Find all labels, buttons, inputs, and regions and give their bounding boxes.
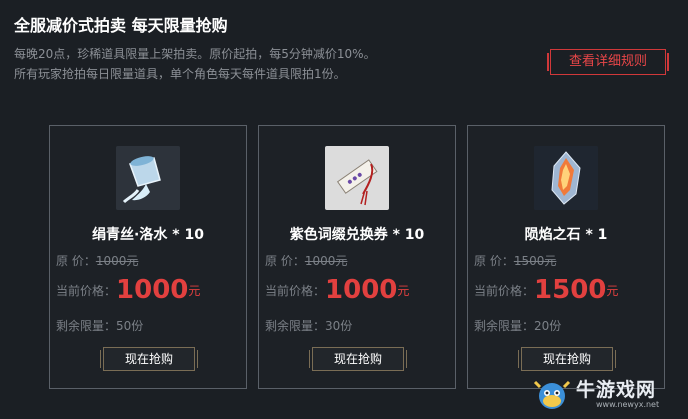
view-rules-button[interactable]: 查看详细规则 [547,49,669,75]
original-price-label: 原 价： [56,254,96,268]
buy-now-button[interactable]: 现在抢购 [518,347,616,371]
original-price-value: 1000元 [95,254,139,268]
cow-mascot-icon [533,380,571,409]
current-price-value: 1000 [116,275,189,305]
current-price: 当前价格：1000元 [265,274,409,306]
watermark-text: 牛游戏网 [576,379,657,401]
item-cards: 绢青丝·洛水 * 10 原 价：1000元 当前价格：1000元 剩余限量：50… [49,125,669,390]
watermark-url: www.newyx.net [596,400,660,409]
header: 全服减价式拍卖 每天限量抢购 每晚20点，珍稀道具限量上架拍卖。原价起拍，每5分… [14,12,674,84]
voucher-bookmark-icon [325,146,389,210]
buy-now-button[interactable]: 现在抢购 [100,347,198,371]
remaining-label: 剩余限量： [474,319,535,333]
remaining-quantity: 剩余限量：30份 [265,317,352,334]
remaining-label: 剩余限量： [265,319,326,333]
original-price: 原 价：1500元 [474,252,556,269]
item-card: 紫色词缀兑换券 * 10 原 价：1000元 当前价格：1000元 剩余限量：3… [258,125,456,389]
water-cup-icon [116,146,180,210]
original-price-label: 原 价： [265,254,305,268]
item-card: 陨焰之石 * 1 原 价：1500元 当前价格：1500元 剩余限量：20份 现… [467,125,665,389]
remaining-label: 剩余限量： [56,319,117,333]
current-price-label: 当前价格： [265,284,326,298]
item-name: 绢青丝·洛水 * 10 [92,227,204,243]
site-watermark: 牛游戏网 www.newyx.net [532,375,682,415]
current-price-value: 1500 [534,275,607,305]
buy-now-button[interactable]: 现在抢购 [309,347,407,371]
current-price: 当前价格：1500元 [474,274,618,306]
item-name: 陨焰之石 * 1 [524,227,608,243]
currency-unit: 元 [188,284,201,298]
remaining-quantity: 剩余限量：20份 [474,317,561,334]
remaining-value: 30份 [325,319,353,333]
currency-unit: 元 [606,284,619,298]
current-price: 当前价格：1000元 [56,274,200,306]
flame-crystal-icon [534,146,598,210]
remaining-value: 50份 [116,319,144,333]
remaining-quantity: 剩余限量：50份 [56,317,143,334]
currency-unit: 元 [397,284,410,298]
current-price-label: 当前价格： [56,284,117,298]
original-price-value: 1500元 [513,254,557,268]
original-price-value: 1000元 [304,254,348,268]
item-card: 绢青丝·洛水 * 10 原 价：1000元 当前价格：1000元 剩余限量：50… [49,125,247,389]
current-price-value: 1000 [325,275,398,305]
current-price-label: 当前价格： [474,284,535,298]
item-name: 紫色词缀兑换券 * 10 [289,227,425,243]
remaining-value: 20份 [534,319,562,333]
original-price: 原 价：1000元 [56,252,138,269]
original-price-label: 原 价： [474,254,514,268]
auction-page: 全服减价式拍卖 每天限量抢购 每晚20点，珍稀道具限量上架拍卖。原价起拍，每5分… [0,0,688,419]
original-price: 原 价：1000元 [265,252,347,269]
page-title: 全服减价式拍卖 每天限量抢购 [14,16,228,35]
